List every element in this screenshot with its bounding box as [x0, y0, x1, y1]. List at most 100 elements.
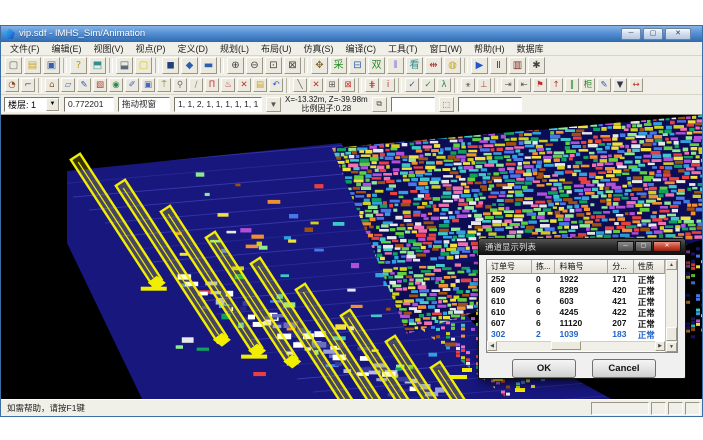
ok-button[interactable]: OK [512, 359, 576, 378]
flow-check-button[interactable]: λ [437, 78, 451, 92]
chevron-down-icon[interactable]: ▼ [46, 98, 59, 111]
pencil-blue-button[interactable]: ✎ [597, 78, 611, 92]
table-row[interactable]: 6106603421正常 [487, 296, 665, 307]
world-view-button[interactable]: ◍ [444, 57, 461, 74]
select-region-button[interactable]: ▢ [135, 57, 152, 74]
table-row[interactable]: 30221039183正常 [487, 329, 665, 340]
fine-edit-button[interactable]: ∕ [189, 78, 203, 92]
frame-grid-icon[interactable]: ⬚ [439, 97, 454, 112]
open-file-button[interactable]: ▤ [24, 57, 41, 74]
probe-tool-button[interactable]: ⚲ [173, 78, 187, 92]
verify-doc-button[interactable]: ✓ [405, 78, 419, 92]
viewport-3d[interactable]: 通道显示列表 ─ ▢ ✕ 订单号拣...料箱号分...性质 2520192217… [1, 115, 702, 399]
dialog-minimize-icon[interactable]: ─ [617, 241, 634, 252]
undo-button[interactable]: ↶ [269, 78, 283, 92]
v-scroll-thumb[interactable] [666, 327, 677, 341]
rack-block-button[interactable]: ▧ [93, 78, 107, 92]
delete-item-button[interactable]: ✕ [237, 78, 251, 92]
menu-item-0[interactable]: 文件(F) [4, 42, 46, 55]
draw-region-button[interactable]: ✐ [125, 78, 139, 92]
dock-view-button[interactable]: ⊟ [349, 57, 366, 74]
warehouse-button[interactable]: ⌂ [45, 78, 59, 92]
walker-button[interactable]: ⚹ [461, 78, 475, 92]
table-row[interactable]: 25201922171正常 [487, 274, 665, 285]
maximize-icon[interactable]: ▢ [643, 28, 663, 40]
pause-simulation-button[interactable]: Ⅱ [490, 57, 507, 74]
cube-view-button[interactable]: ◼ [162, 57, 179, 74]
new-file-button[interactable]: ▢ [5, 57, 22, 74]
menu-item-5[interactable]: 规划(L) [214, 42, 255, 55]
menu-item-11[interactable]: 帮助(H) [468, 42, 511, 55]
menu-item-9[interactable]: 工具(T) [382, 42, 424, 55]
green-bars-button[interactable]: ‖ [565, 78, 579, 92]
crane-tool-button[interactable]: ⍑ [157, 78, 171, 92]
table-row[interactable]: 61064245422正常 [487, 307, 665, 318]
table-row[interactable]: 607611120207正常 [487, 318, 665, 329]
cabinet-button[interactable]: 柜 [581, 78, 595, 92]
cube-small-button[interactable]: ◆ [181, 57, 198, 74]
menu-item-12[interactable]: 数据库 [511, 42, 550, 55]
minimize-icon[interactable]: ─ [621, 28, 641, 40]
window-layout-button[interactable]: ⬓ [116, 57, 133, 74]
draw-path-button[interactable]: ✎ [77, 78, 91, 92]
tools-button[interactable]: ✱ [528, 57, 545, 74]
zoom-out-button[interactable]: ⊖ [246, 57, 263, 74]
flag-marker-button[interactable]: ⚑ [533, 78, 547, 92]
layer-field[interactable] [391, 97, 435, 112]
folder-item-button[interactable]: ▤ [253, 78, 267, 92]
columns-view-button[interactable]: ⫴ [387, 57, 404, 74]
line-style-button[interactable]: ╲ [293, 78, 307, 92]
layer-grid-icon[interactable]: ⧉ [372, 97, 387, 112]
panel-edit-button[interactable]: ▣ [141, 78, 155, 92]
menu-item-3[interactable]: 视点(P) [130, 42, 172, 55]
column-header-3[interactable]: 分... [608, 260, 633, 274]
info-button[interactable]: i [381, 78, 395, 92]
scale-value-field[interactable] [64, 97, 114, 112]
label-view-button[interactable]: 看 [406, 57, 423, 74]
display-window-button[interactable]: ⬒ [89, 57, 106, 74]
conveyor-button[interactable]: Π [205, 78, 219, 92]
scroll-right-icon[interactable]: ▶ [655, 341, 665, 351]
dialog-close-icon[interactable]: ✕ [653, 241, 681, 252]
table-row[interactable]: 60968289420正常 [487, 285, 665, 296]
menu-item-7[interactable]: 仿真(S) [298, 42, 340, 55]
column-header-4[interactable]: 性质 [634, 260, 665, 274]
menu-item-10[interactable]: 窗口(W) [424, 42, 469, 55]
verify-all-button[interactable]: ✓ [421, 78, 435, 92]
menu-item-1[interactable]: 编辑(E) [46, 42, 88, 55]
zoom-in-button[interactable]: ⊕ [227, 57, 244, 74]
menu-item-6[interactable]: 布局(U) [255, 42, 298, 55]
terrain-button[interactable]: ◉ [109, 78, 123, 92]
column-header-2[interactable]: 料箱号 [555, 260, 608, 274]
arrow-up-button[interactable]: ↑ [549, 78, 563, 92]
play-simulation-button[interactable]: ▶ [471, 57, 488, 74]
width-measure-button[interactable]: ↔ [629, 78, 643, 92]
corner-ruler-button[interactable]: ⌐ [21, 78, 35, 92]
erase-button[interactable]: ✕ [309, 78, 323, 92]
stamp-tool-button[interactable]: ♨ [221, 78, 235, 92]
fit-width-button[interactable]: ⇹ [425, 57, 442, 74]
horizontal-scrollbar[interactable]: ◀ ▶ [487, 341, 665, 351]
help-button[interactable]: ? [70, 57, 87, 74]
vehicle-button[interactable]: ▱ [61, 78, 75, 92]
drag-view-field[interactable] [118, 97, 170, 112]
zoom-extent-button[interactable]: ⊠ [284, 57, 301, 74]
scroll-left-icon[interactable]: ◀ [487, 341, 497, 351]
close-icon[interactable]: ✕ [665, 28, 691, 40]
block-entry-button[interactable]: ⊠ [341, 78, 355, 92]
floor-combo[interactable]: 楼层: 1 ▼ [4, 97, 60, 112]
spacing-x-button[interactable]: ⇥ [501, 78, 515, 92]
level-tool-button[interactable]: ⊥ [477, 78, 491, 92]
scroll-up-icon[interactable]: ▲ [666, 260, 677, 270]
zoom-window-button[interactable]: ⊡ [265, 57, 282, 74]
spacing-y-button[interactable]: ⇤ [517, 78, 531, 92]
sequence-field[interactable] [174, 97, 262, 112]
menu-item-4[interactable]: 定义(D) [172, 42, 215, 55]
menu-item-2[interactable]: 视图(V) [88, 42, 130, 55]
pan-hand-button[interactable]: ✥ [311, 57, 328, 74]
h-scroll-thumb[interactable] [551, 341, 581, 350]
frame-field[interactable] [458, 97, 522, 112]
dual-view-button[interactable]: 双 [368, 57, 385, 74]
scroll-down-icon[interactable]: ▼ [666, 342, 677, 352]
orbit-view-button[interactable]: ◔ [5, 78, 19, 92]
